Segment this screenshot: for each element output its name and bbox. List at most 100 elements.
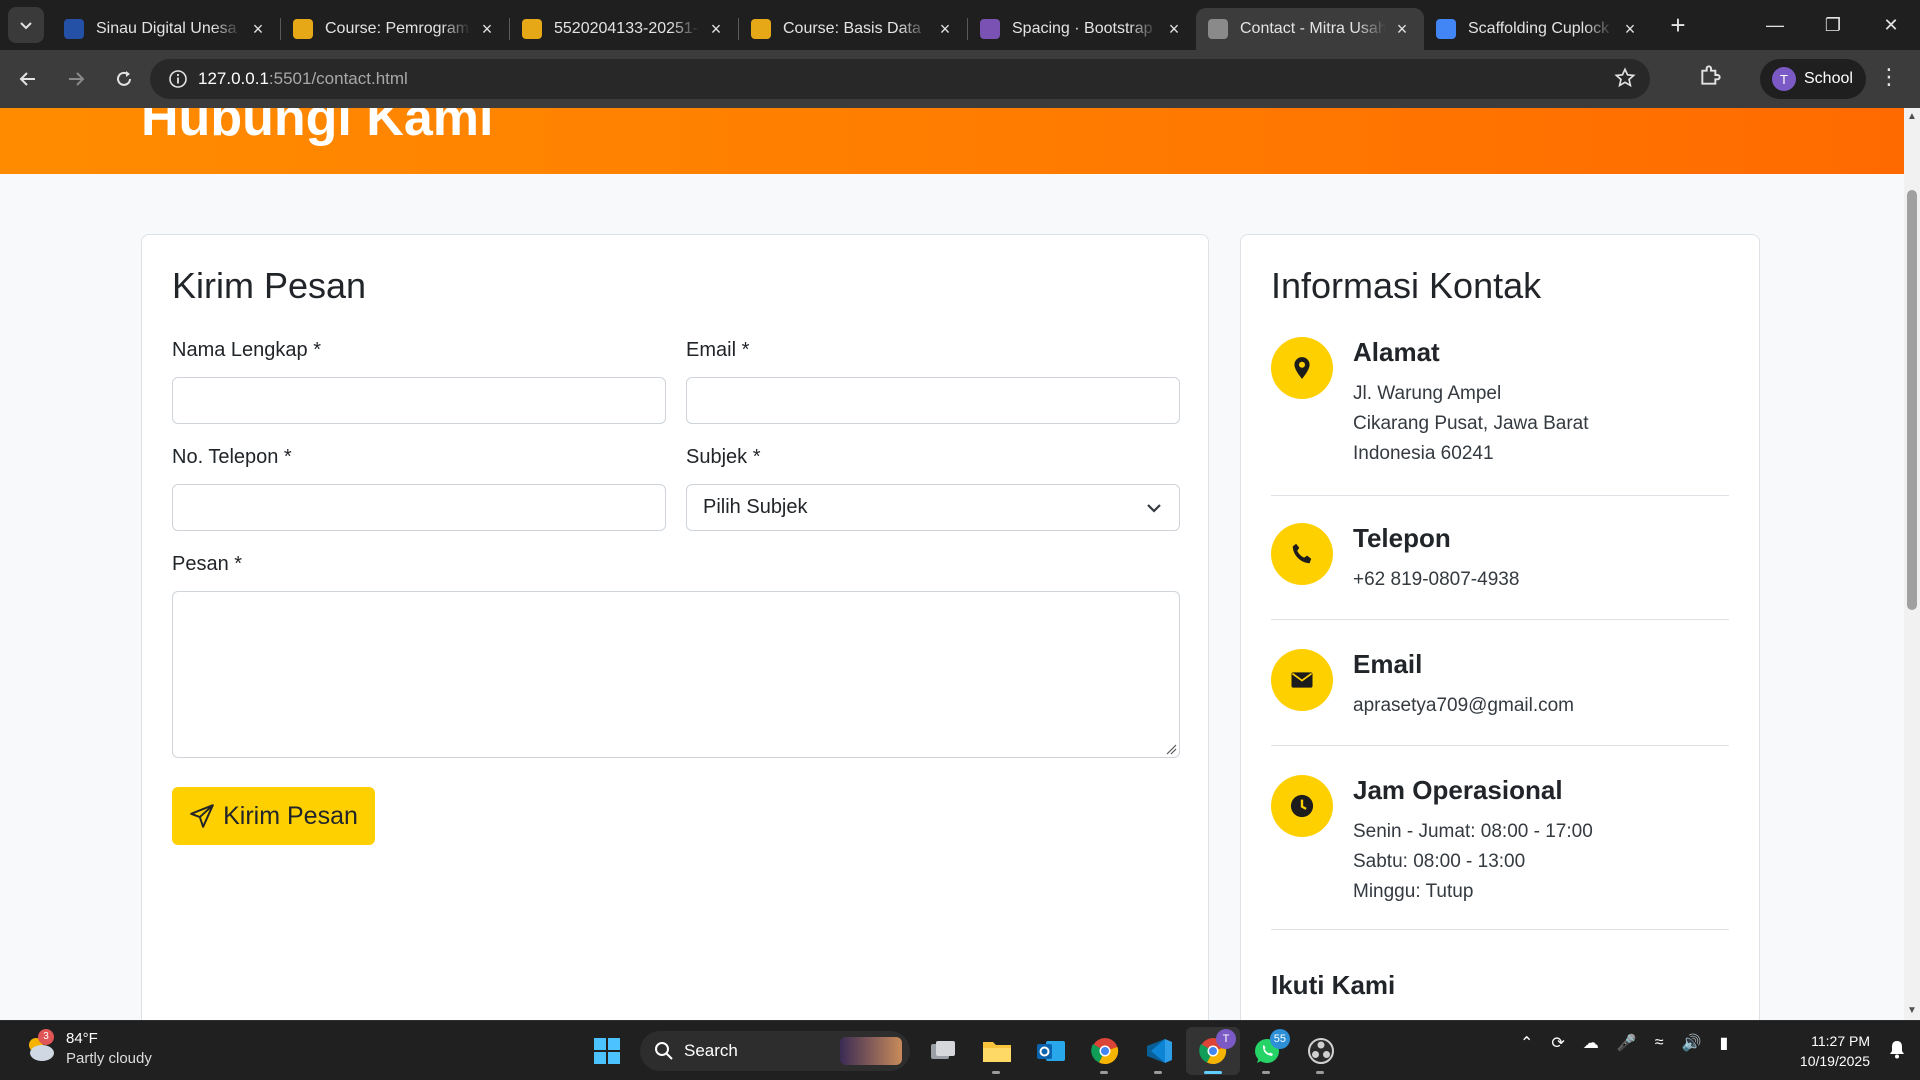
close-tab-icon[interactable]: × <box>248 19 268 40</box>
browser-tab[interactable]: Contact - Mitra Usah × <box>1196 8 1424 50</box>
vscode-icon <box>1147 1039 1172 1063</box>
microphone-icon[interactable]: 🎤 <box>1617 1033 1637 1053</box>
minimize-icon[interactable]: — <box>1746 0 1804 50</box>
subject-select[interactable]: Pilih Subjek <box>686 484 1180 531</box>
wifi-icon[interactable]: ≈ <box>1655 1034 1664 1052</box>
onedrive-cloud-icon[interactable]: ☁ <box>1583 1033 1599 1053</box>
follow-title: Ikuti Kami <box>1271 970 1396 1000</box>
system-clock[interactable]: 11:27 PM 10/19/2025 <box>1800 1031 1870 1071</box>
form-title: Kirim Pesan <box>172 265 367 306</box>
contact-form-card: Kirim Pesan Nama Lengkap * Email * No. T… <box>141 234 1209 1020</box>
message-textarea[interactable] <box>172 591 1180 758</box>
battery-icon[interactable]: ▮ <box>1719 1033 1728 1053</box>
scrollbar-thumb[interactable] <box>1907 190 1917 610</box>
browser-menu-icon[interactable]: ⋮ <box>1878 64 1900 90</box>
restore-icon[interactable]: ❐ <box>1804 0 1862 50</box>
obs-icon <box>1308 1038 1334 1064</box>
file-explorer-button[interactable] <box>970 1027 1024 1075</box>
bootstrap-icon <box>980 19 1000 39</box>
profile-button[interactable]: T School <box>1760 59 1866 99</box>
hours-line: Senin - Jumat: 08:00 - 17:00 <box>1353 821 1593 842</box>
taskbar-search[interactable]: Search <box>640 1031 910 1071</box>
close-tab-icon[interactable]: × <box>706 19 726 40</box>
divider <box>1271 745 1729 746</box>
close-tab-icon[interactable]: × <box>935 19 955 40</box>
chevron-down-icon <box>1147 504 1161 513</box>
system-tray: ⌃ ⟳ ☁ 🎤 ≈ 🔊 ▮ <box>1520 1033 1746 1053</box>
site-info-icon[interactable] <box>158 69 198 89</box>
tab-title: 5520204133-20251-F <box>554 20 700 37</box>
running-indicator <box>992 1071 1000 1074</box>
page-title: Hubungi Kami <box>141 108 494 147</box>
back-button[interactable] <box>8 59 48 99</box>
windows-logo-icon <box>594 1038 620 1064</box>
send-message-button[interactable]: Kirim Pesan <box>172 787 375 845</box>
task-view-button[interactable] <box>916 1027 970 1075</box>
browser-tab[interactable]: Sinau Digital Unesa S × <box>52 8 280 50</box>
close-tab-icon[interactable]: × <box>1392 19 1412 40</box>
browser-tab[interactable]: Scaffolding Cuplock × <box>1424 8 1652 50</box>
extensions-puzzle-icon[interactable] <box>1698 62 1724 93</box>
weather-cloud-icon: 3 <box>22 1029 58 1067</box>
hours-line: Minggu: Tutup <box>1353 881 1474 902</box>
start-button[interactable] <box>580 1027 634 1075</box>
browser-tab[interactable]: Spacing · Bootstrap v × <box>968 8 1196 50</box>
page-scrollbar[interactable]: ▲ ▼ <box>1904 108 1920 1020</box>
chrome-icon <box>1091 1038 1119 1065</box>
browser-tab[interactable]: Course: Pemrograma × <box>281 8 509 50</box>
hero-banner: Hubungi Kami <box>0 108 1904 174</box>
outlook-button[interactable] <box>1024 1027 1078 1075</box>
task-view-icon <box>931 1041 955 1059</box>
whatsapp-button[interactable]: 55 <box>1240 1027 1294 1075</box>
close-tab-icon[interactable]: × <box>1164 19 1184 40</box>
scroll-up-icon[interactable]: ▲ <box>1907 112 1917 122</box>
close-window-icon[interactable]: ✕ <box>1862 0 1920 50</box>
name-input[interactable] <box>172 377 666 424</box>
browser-tab[interactable]: 5520204133-20251-F × <box>510 8 738 50</box>
close-tab-icon[interactable]: × <box>477 19 497 40</box>
resize-grip-icon[interactable] <box>1165 743 1177 755</box>
new-tab-button[interactable]: + <box>1660 7 1696 43</box>
tab-title: Scaffolding Cuplock <box>1468 20 1610 37</box>
browser-tab[interactable]: Course: Basis Data × <box>739 8 967 50</box>
weather-desc: Partly cloudy <box>66 1050 152 1067</box>
reload-icon <box>117 71 131 86</box>
weather-widget[interactable]: 3 84°F Partly cloudy <box>22 1029 152 1069</box>
tab-title: Course: Basis Data <box>783 20 921 37</box>
browser-toolbar: 127.0.0.1:5501/contact.html T School ⋮ <box>0 50 1920 108</box>
divider <box>1271 619 1729 620</box>
obs-button[interactable] <box>1294 1027 1348 1075</box>
chrome-button[interactable] <box>1078 1027 1132 1075</box>
vscode-button[interactable] <box>1132 1027 1186 1075</box>
weather-temp: 84°F <box>66 1030 98 1047</box>
window-controls: — ❐ ✕ <box>1746 0 1920 50</box>
notification-bell-icon[interactable] <box>1888 1039 1906 1064</box>
chrome-profile-button[interactable]: T <box>1186 1027 1240 1075</box>
outlook-icon <box>1037 1041 1065 1061</box>
scroll-down-icon[interactable]: ▼ <box>1907 1006 1917 1016</box>
sync-icon[interactable]: ⟳ <box>1551 1033 1564 1053</box>
arrow-left-icon <box>19 72 35 86</box>
forward-button[interactable] <box>56 59 96 99</box>
moodle-course-icon <box>751 19 771 39</box>
phone-input[interactable] <box>172 484 666 531</box>
clock-icon <box>1271 775 1333 837</box>
volume-icon[interactable]: 🔊 <box>1682 1033 1702 1053</box>
phone-value: +62 819-0807-4938 <box>1353 569 1520 590</box>
hours-title: Jam Operasional <box>1353 775 1563 805</box>
email-field[interactable] <box>686 377 1180 424</box>
tab-title: Spacing · Bootstrap v <box>1012 20 1158 37</box>
send-button-label: Kirim Pesan <box>223 801 358 830</box>
close-tab-icon[interactable]: × <box>1620 19 1640 40</box>
address-bar[interactable]: 127.0.0.1:5501/contact.html <box>150 59 1650 99</box>
moodle-course-icon <box>293 19 313 39</box>
envelope-icon <box>1271 649 1333 711</box>
email-title: Email <box>1353 649 1423 679</box>
search-highlight-image <box>840 1037 902 1065</box>
running-indicator <box>1100 1071 1108 1074</box>
bookmark-star-icon[interactable] <box>1614 67 1636 94</box>
message-label: Pesan * <box>172 553 243 575</box>
tab-search-button[interactable] <box>8 7 44 43</box>
chevron-up-icon[interactable]: ⌃ <box>1520 1033 1533 1053</box>
reload-button[interactable] <box>104 59 144 99</box>
